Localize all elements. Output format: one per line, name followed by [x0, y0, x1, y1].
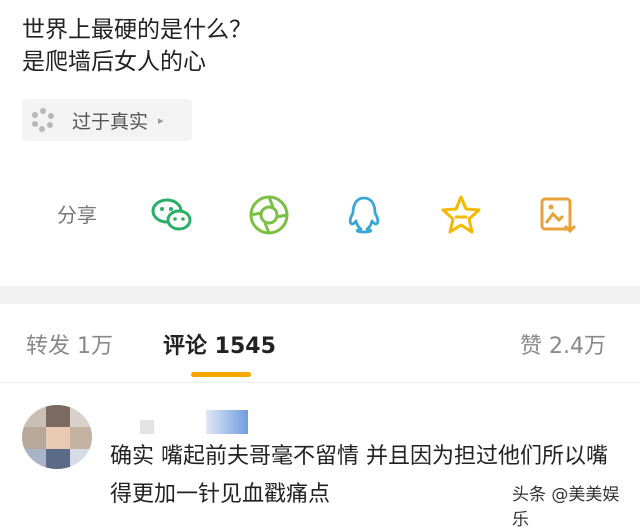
topic-chip[interactable]: 过于真实 ▸ — [22, 99, 192, 141]
topic-label: 过于真实 — [72, 110, 149, 133]
tabs-separator — [0, 382, 640, 383]
qq-icon[interactable] — [342, 193, 386, 237]
moments-icon[interactable] — [247, 193, 291, 237]
topic-logo-icon — [32, 108, 54, 132]
share-row: 分享 — [0, 185, 640, 245]
blurred-badge — [206, 410, 248, 434]
wechat-icon[interactable] — [150, 193, 194, 237]
interaction-tabs: 转发 1万 评论 1545 赞 2.4万 — [0, 304, 640, 382]
avatar[interactable] — [22, 405, 92, 469]
post-text: 世界上最硬的是什么？ 是爬墙后女人的心 — [22, 14, 252, 78]
section-divider — [0, 286, 640, 304]
favorite-star-icon[interactable] — [439, 193, 483, 237]
tab-comments[interactable]: 评论 1545 — [163, 328, 276, 360]
blurred-username — [140, 420, 154, 434]
active-tab-indicator — [191, 372, 251, 377]
save-image-icon[interactable] — [536, 193, 580, 237]
tab-repost[interactable]: 转发 1万 — [26, 328, 113, 360]
post-line-2: 是爬墙后女人的心 — [22, 49, 206, 75]
chevron-right-icon: ▸ — [158, 113, 164, 127]
watermark: 头条 @美美娱乐 — [508, 478, 640, 532]
post-line-1: 世界上最硬的是什么？ — [22, 17, 252, 43]
share-label: 分享 — [57, 203, 97, 227]
tab-likes[interactable]: 赞 2.4万 — [520, 328, 606, 360]
